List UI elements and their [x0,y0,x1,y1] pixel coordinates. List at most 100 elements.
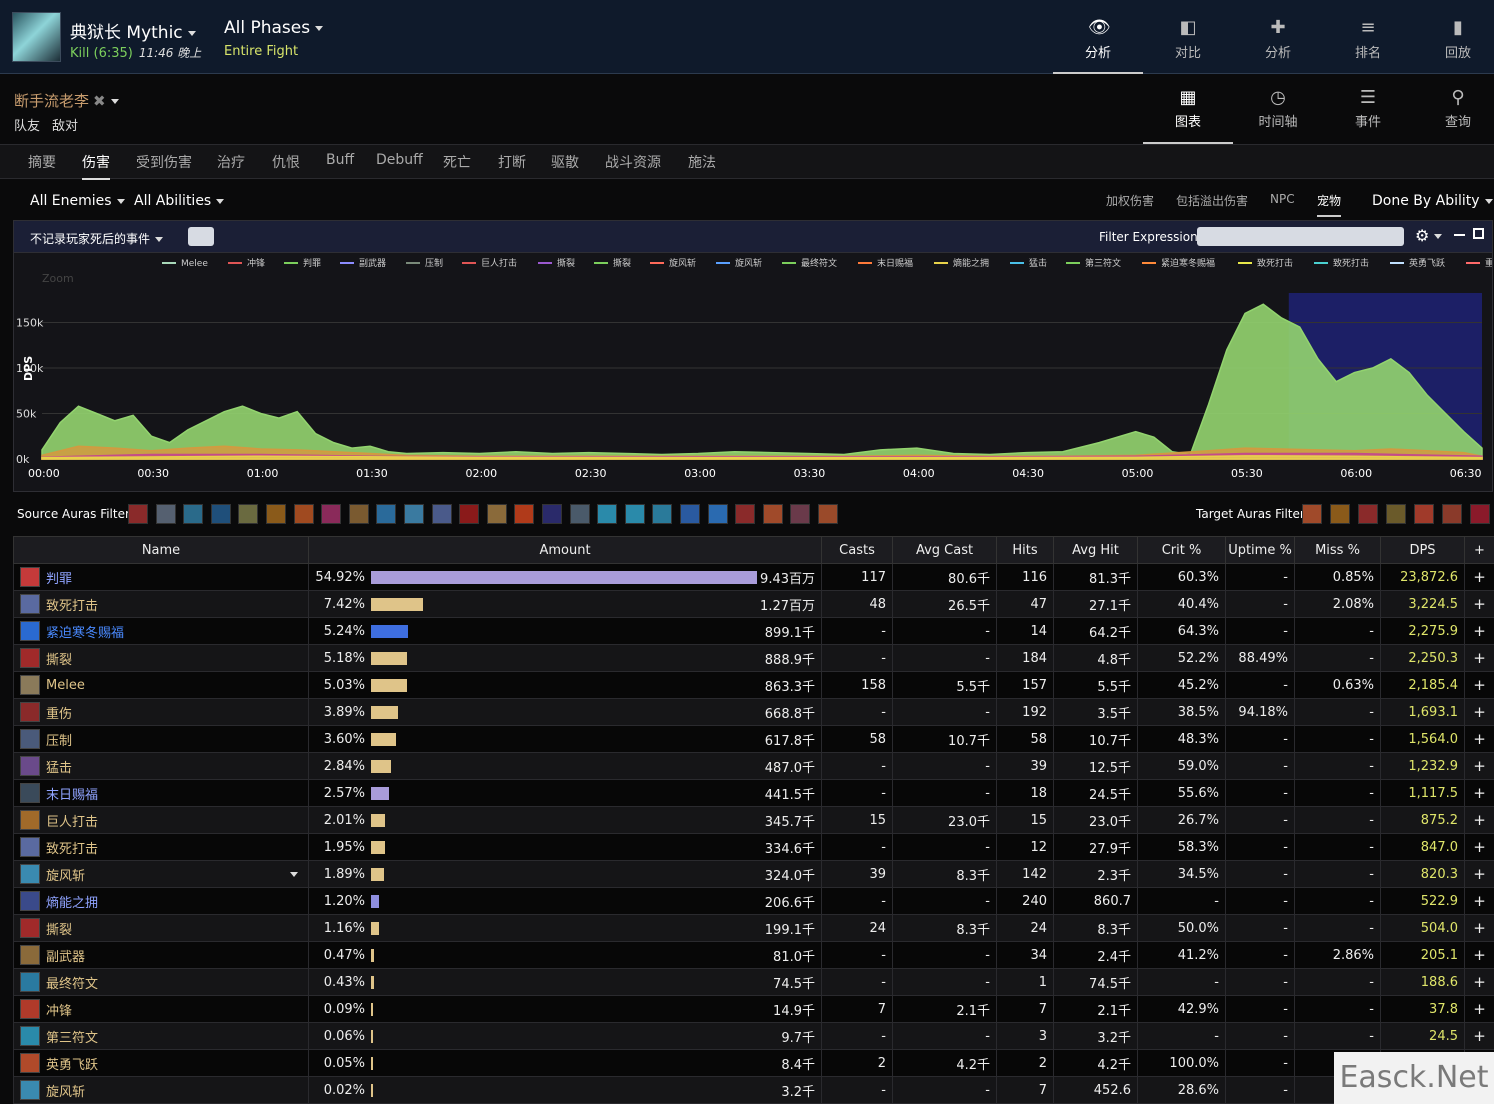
ability-cell[interactable]: 冲锋 [13,995,309,1023]
table-row[interactable]: 重伤 3.89% 668.8千 - -192 3.5千 38.5% 94.18% -1,693.… [13,698,1494,726]
ability-name[interactable]: 冲锋 [46,1000,302,1019]
column-header-2[interactable]: Casts [821,536,893,564]
view-nav-1[interactable]: ◷ 时间轴 [1233,74,1323,144]
ability-cell[interactable]: 致死打击 [13,590,309,618]
tab-2[interactable]: 受到伤害 [136,152,192,178]
target-aura-icon[interactable] [1302,504,1322,524]
tab-3[interactable]: 治疗 [217,152,245,178]
target-aura-icon[interactable] [1470,504,1490,524]
ability-name[interactable]: 熵能之拥 [46,892,302,911]
add-row-button[interactable]: + [1464,1022,1494,1050]
ability-cell[interactable]: 末日赐福 [13,779,309,807]
source-aura-icon[interactable] [376,504,397,524]
tab-9[interactable]: 驱散 [551,152,579,178]
ability-cell[interactable]: 英勇飞跃 [13,1049,309,1077]
source-aura-icon[interactable] [486,504,507,524]
ability-name[interactable]: 副武器 [46,946,302,965]
ability-cell[interactable]: 撕裂 [13,644,309,672]
maximize-icon[interactable] [1473,228,1484,239]
source-aura-icon[interactable] [210,504,231,524]
ability-cell[interactable]: 致死打击 [13,833,309,861]
death-filter-dropdown[interactable]: 不记录玩家死后的事件 [30,230,164,247]
ability-cell[interactable]: 第三符文 [13,1022,309,1050]
table-row[interactable]: 致死打击 1.95% 334.6千 - -12 27.9千 58.3% - -847.0 + [13,833,1494,861]
source-aura-icon[interactable] [707,504,728,524]
add-row-button[interactable]: + [1464,887,1494,915]
boss-dropdown[interactable]: 典狱长 Mythic [70,18,196,43]
table-row[interactable]: 最终符文 0.43% 74.5千 - -1 74.5千 - - -188.6 + [13,968,1494,996]
minimize-icon[interactable] [1454,234,1465,236]
view-nav-2[interactable]: ☰ 事件 [1323,74,1413,144]
top-nav-0[interactable]: 👁 分析 [1053,0,1143,74]
target-aura-icon[interactable] [1330,504,1350,524]
add-row-button[interactable]: + [1464,725,1494,753]
view-nav-3[interactable]: ⚲ 查询 [1413,74,1494,144]
overkill-toggle[interactable]: 包括溢出伤害 [1176,192,1248,209]
column-header-10[interactable]: + [1464,536,1494,564]
enemies-dropdown[interactable]: All Enemies [30,193,125,209]
add-row-button[interactable]: + [1464,833,1494,861]
add-row-button[interactable]: + [1464,995,1494,1023]
source-aura-icon[interactable] [624,504,645,524]
table-row[interactable]: 副武器 0.47% 81.0千 - -34 2.4千 41.2% -2.86% 205.1 + [13,941,1494,969]
table-row[interactable]: 撕裂 1.16% 199.1千 24 8.3千 24 8.3千 50.0% - -504.0 + [13,914,1494,942]
death-filter-toggle[interactable] [188,227,214,246]
source-aura-icon[interactable] [266,504,286,524]
column-header-0[interactable]: Name [13,536,309,564]
table-row[interactable]: 第三符文 0.06% 9.7千 - -3 3.2千 - - -24.5 + [13,1022,1494,1050]
table-row[interactable]: 巨人打击 2.01% 345.7千 15 23.0千 15 23.0千 26.7% - -875.… [13,806,1494,834]
tab-6[interactable]: Debuff [376,152,423,174]
ability-name[interactable]: 巨人打击 [46,811,302,830]
table-row[interactable]: 旋风斩 1.89% 324.0千 39 8.3千 142 2.3千 34.5% - -820.3 + [13,860,1494,888]
table-row[interactable]: 末日赐福 2.57% 441.5千 - -18 24.5千 55.6% - -1,117.5 + [13,779,1494,807]
ability-name[interactable]: 旋风斩 [46,1081,302,1100]
target-aura-icon[interactable] [1358,504,1378,524]
source-aura-icon[interactable] [404,504,424,524]
target-aura-icon[interactable] [1442,504,1462,524]
add-row-button[interactable]: + [1464,617,1494,645]
npc-toggle[interactable]: NPC [1270,192,1295,206]
ability-cell[interactable]: 旋风斩 [13,1076,309,1104]
add-row-button[interactable]: + [1464,752,1494,780]
ability-cell[interactable]: 紧迫寒冬赐福 [13,617,309,645]
tab-5[interactable]: Buff [326,152,354,174]
table-row[interactable]: 致死打击 7.42% 1.27百万 48 26.5千 47 27.1千 40.4% -2.08%… [13,590,1494,618]
hostile-link[interactable]: 敌对 [52,119,78,134]
ability-cell[interactable]: 副武器 [13,941,309,969]
table-row[interactable]: 判罪 54.92% 9.43百万 117 80.6千 116 81.3千 60.3% -0.85… [13,563,1494,591]
column-header-6[interactable]: Crit % [1137,536,1226,564]
add-row-button[interactable]: + [1464,860,1494,888]
add-row-button[interactable]: + [1464,968,1494,996]
top-nav-4[interactable]: ▮ 回放 [1413,0,1494,74]
table-row[interactable]: 撕裂 5.18% 888.9千 - -184 4.8千 52.2% 88.49% -2,250.… [13,644,1494,672]
ability-name[interactable]: 撕裂 [46,919,302,938]
add-row-button[interactable]: + [1464,671,1494,699]
source-aura-icon[interactable] [431,504,452,524]
gear-icon[interactable]: ⚙ [1415,226,1443,245]
tab-7[interactable]: 死亡 [443,152,471,178]
view-nav-0[interactable]: ▦ 图表 [1143,74,1233,144]
add-row-button[interactable]: + [1464,779,1494,807]
table-row[interactable]: Melee 5.03% 863.3千 158 5.5千 157 5.5千 45.2% -0.63… [13,671,1494,699]
add-row-button[interactable]: + [1464,563,1494,591]
tab-4[interactable]: 仇恨 [272,152,300,178]
source-aura-icon[interactable] [818,504,838,524]
ability-cell[interactable]: 巨人打击 [13,806,309,834]
source-aura-icon[interactable] [238,504,259,524]
tab-0[interactable]: 摘要 [28,152,56,178]
column-header-9[interactable]: DPS [1380,536,1465,564]
source-aura-icon[interactable] [128,504,148,524]
top-nav-2[interactable]: ✚ 分析 [1233,0,1323,74]
ability-cell[interactable]: 撕裂 [13,914,309,942]
tab-11[interactable]: 施法 [688,152,716,178]
add-row-button[interactable]: + [1464,914,1494,942]
source-aura-icon[interactable] [597,504,618,524]
add-row-button[interactable]: + [1464,644,1494,672]
ability-name[interactable]: 判罪 [46,568,302,587]
source-aura-icon[interactable] [569,504,590,524]
add-row-button[interactable]: + [1464,590,1494,618]
add-row-button[interactable]: + [1464,698,1494,726]
source-aura-icon[interactable] [542,504,562,524]
filter-expression-input[interactable] [1197,227,1404,246]
top-nav-1[interactable]: ◧ 对比 [1143,0,1233,74]
